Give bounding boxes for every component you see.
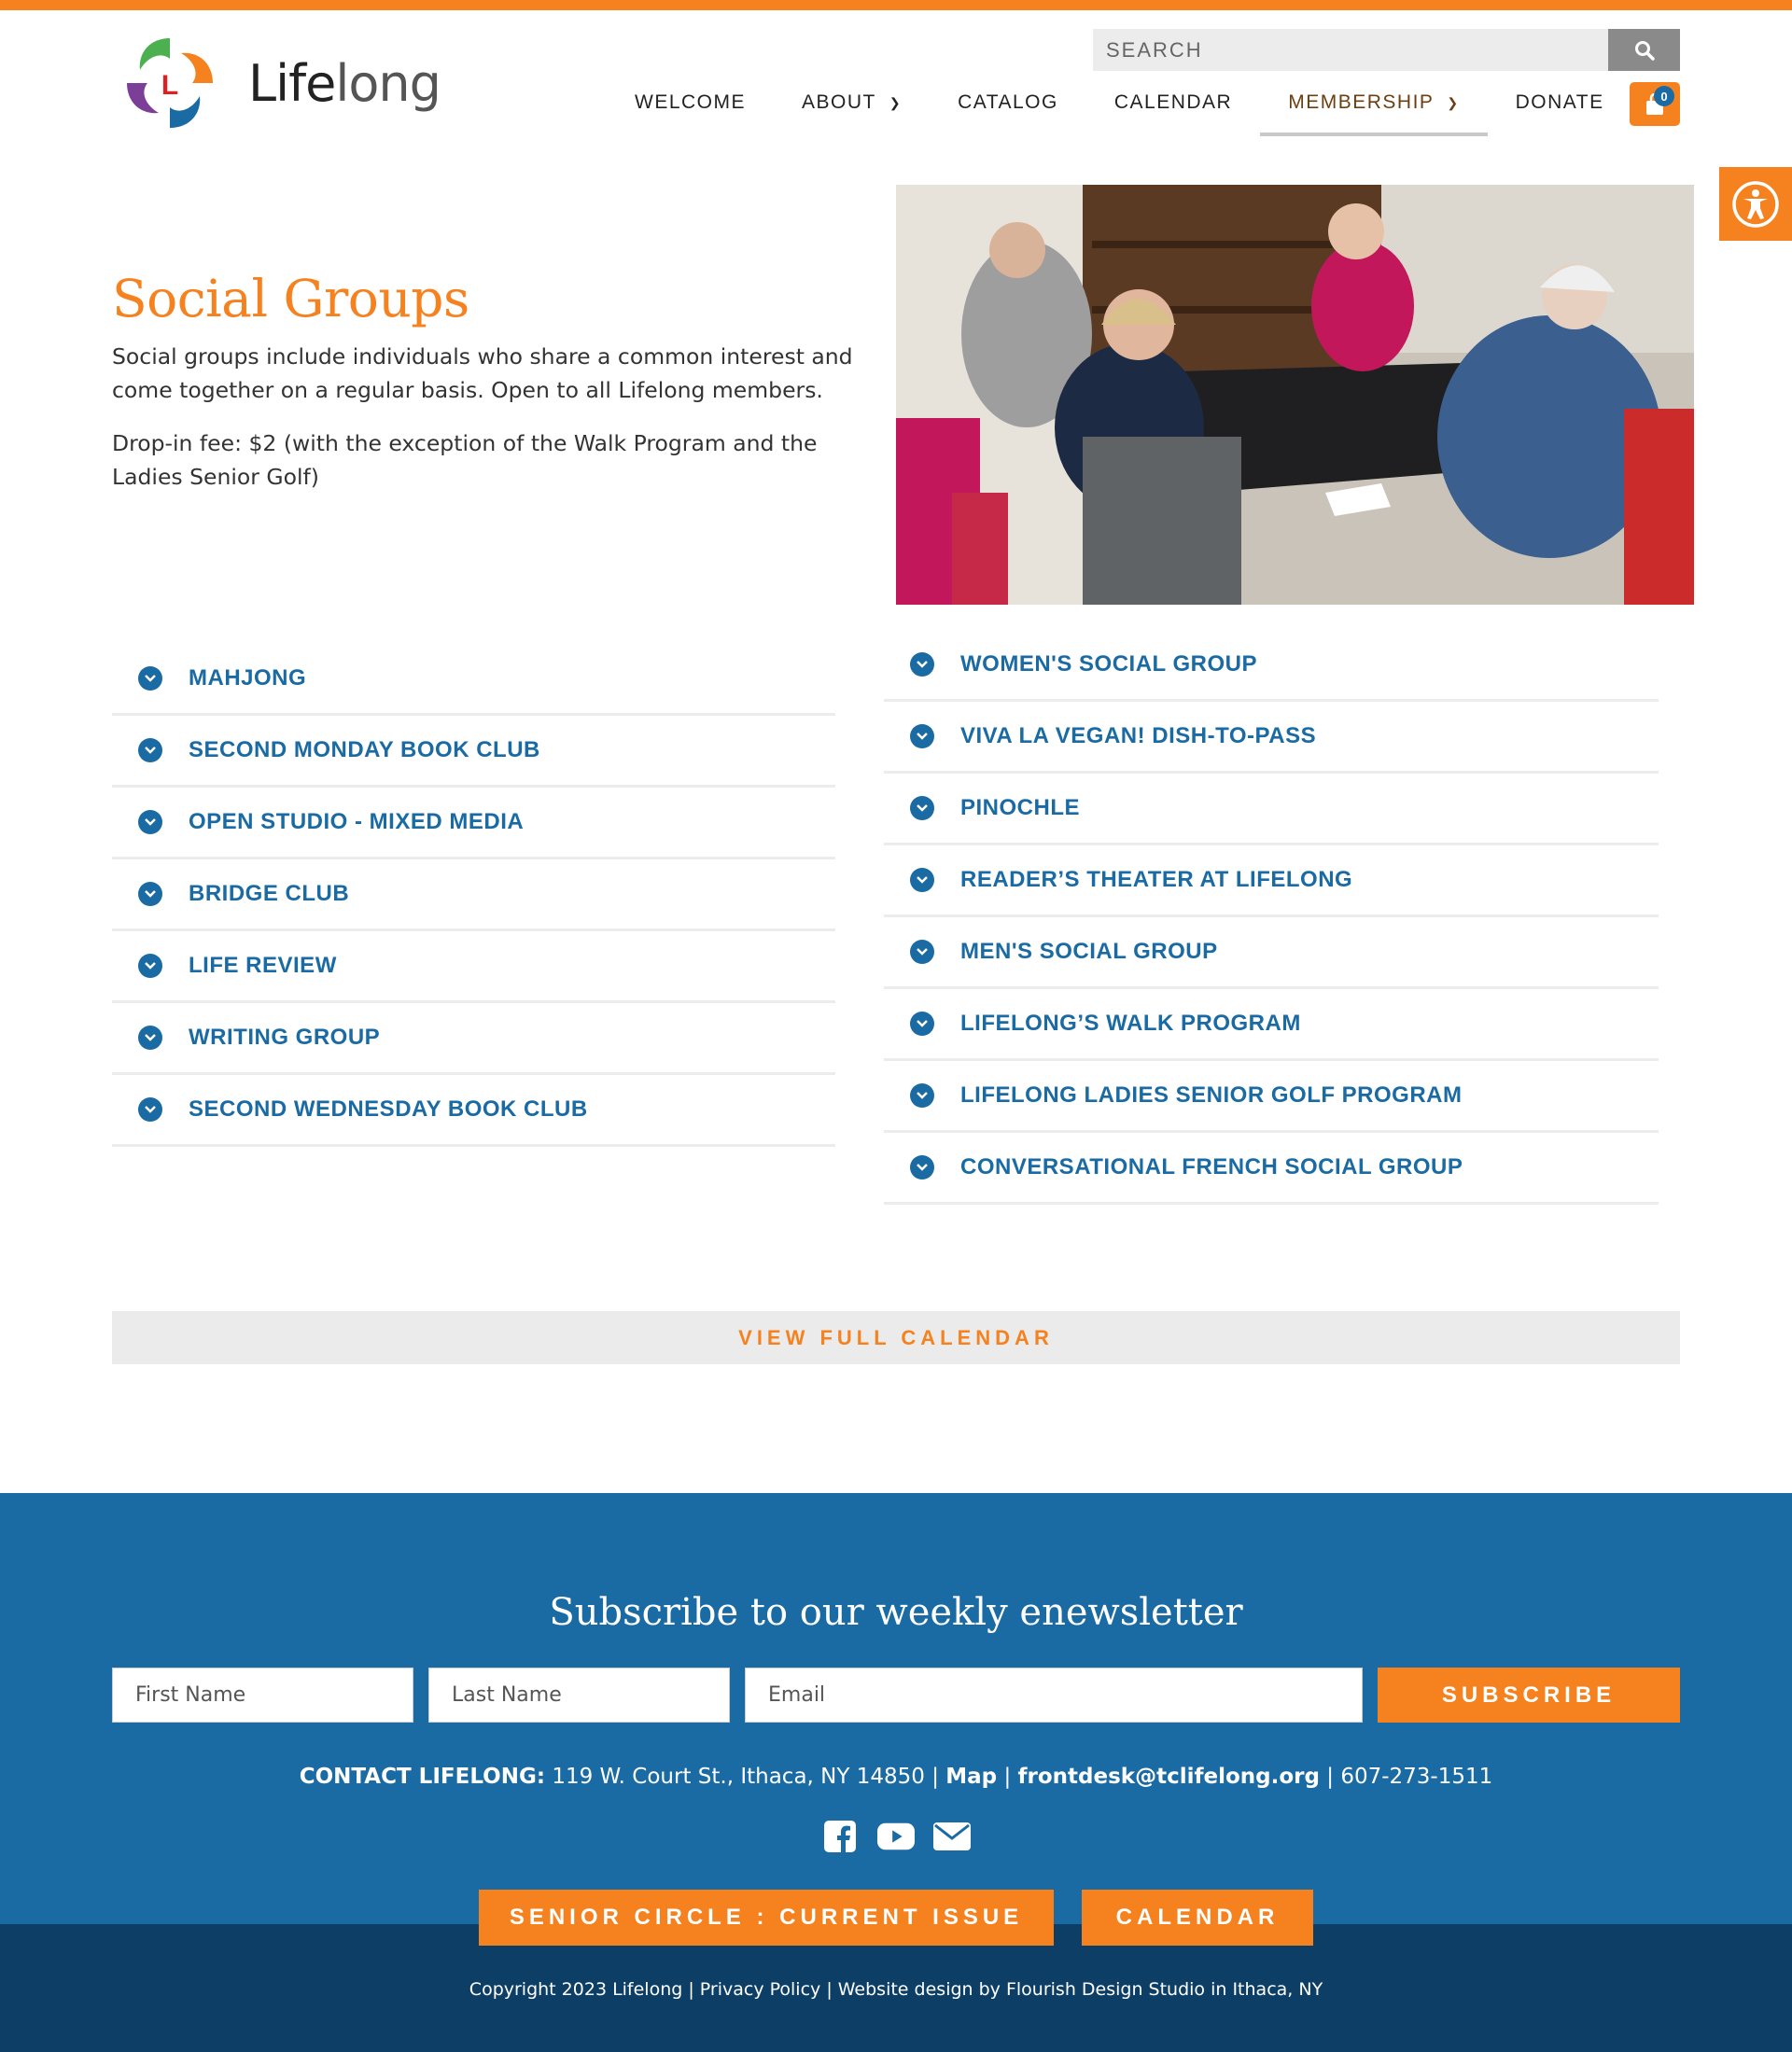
accordion-item[interactable]: WRITING GROUP	[112, 1003, 835, 1075]
accessibility-icon	[1732, 180, 1779, 228]
chevron-down-circle-icon	[910, 652, 934, 677]
accordion-item[interactable]: BRIDGE CLUB	[112, 859, 835, 931]
accordion-item[interactable]: MAHJONG	[112, 644, 835, 716]
chevron-down-circle-icon	[910, 940, 934, 964]
chevron-down-circle-icon	[910, 1012, 934, 1036]
social-groups-list-left: MAHJONG SECOND MONDAY BOOK CLUB OPEN STU…	[112, 644, 835, 1147]
chevron-down-circle-icon	[138, 738, 162, 762]
chevron-down-circle-icon	[910, 1083, 934, 1108]
chevron-down-circle-icon	[138, 882, 162, 906]
copyright-text: Copyright 2023 Lifelong | Privacy Policy…	[469, 1979, 1323, 2000]
intro-text: Social groups include individuals who sh…	[112, 340, 877, 513]
newsletter-title: Subscribe to our weekly enewsletter	[549, 1591, 1243, 1634]
accordion-item[interactable]: LIFE REVIEW	[112, 931, 835, 1003]
nav-calendar[interactable]: CALENDAR	[1086, 80, 1260, 136]
subscribe-button[interactable]: SUBSCRIBE	[1378, 1668, 1680, 1723]
facebook-link[interactable]	[821, 1820, 859, 1853]
cart-button[interactable]: 0	[1630, 82, 1680, 126]
accordion-item[interactable]: MEN'S SOCIAL GROUP	[884, 917, 1659, 989]
chevron-down-circle-icon	[138, 1097, 162, 1122]
hero-photo	[896, 185, 1694, 605]
contact-line: CONTACT LIFELONG: 119 W. Court St., Itha…	[299, 1765, 1493, 1789]
social-groups-list-right: WOMEN'S SOCIAL GROUP VIVA LA VEGAN! DISH…	[884, 630, 1659, 1205]
accordion-item[interactable]: VIVA LA VEGAN! DISH-TO-PASS	[884, 702, 1659, 774]
social-links	[821, 1818, 971, 1855]
footer-calendar-button[interactable]: CALENDAR	[1082, 1890, 1313, 1946]
nav-membership[interactable]: MEMBERSHIP ❯	[1260, 80, 1488, 136]
main-nav: WELCOME ABOUT ❯ CATALOG CALENDAR MEMBERSH…	[607, 80, 1632, 136]
accordion-item[interactable]: CONVERSATIONAL FRENCH SOCIAL GROUP	[884, 1133, 1659, 1205]
top-accent-bar	[0, 0, 1792, 10]
search-bar	[1093, 29, 1680, 71]
nav-welcome[interactable]: WELCOME	[607, 80, 774, 136]
search-icon	[1634, 40, 1655, 61]
map-link[interactable]: Map	[945, 1765, 997, 1789]
lifelong-logo-icon: L	[127, 38, 213, 128]
chevron-down-circle-icon	[138, 666, 162, 691]
cart-count-badge: 0	[1654, 86, 1674, 106]
accordion-item[interactable]: OPEN STUDIO - MIXED MEDIA	[112, 788, 835, 859]
email-icon	[933, 1822, 971, 1850]
chevron-down-circle-icon	[910, 724, 934, 748]
accordion-item[interactable]: PINOCHLE	[884, 774, 1659, 845]
accordion-item[interactable]: SECOND MONDAY BOOK CLUB	[112, 716, 835, 788]
chevron-down-circle-icon	[138, 1026, 162, 1050]
email-field[interactable]	[745, 1668, 1363, 1723]
chevron-down-circle-icon	[910, 868, 934, 892]
chevron-down-icon: ❯	[889, 95, 903, 110]
accordion-item[interactable]: WOMEN'S SOCIAL GROUP	[884, 630, 1659, 702]
chevron-down-circle-icon	[138, 954, 162, 978]
fee-paragraph: Drop-in fee: $2 (with the exception of t…	[112, 430, 818, 490]
youtube-link[interactable]	[877, 1820, 915, 1853]
nav-donate[interactable]: DONATE	[1488, 80, 1632, 136]
site-logo[interactable]: L Lifelong	[112, 24, 457, 142]
page-title: Social Groups	[112, 269, 469, 328]
youtube-icon	[877, 1822, 915, 1850]
accessibility-button[interactable]	[1719, 167, 1792, 241]
chevron-down-circle-icon	[910, 1155, 934, 1180]
search-button[interactable]	[1608, 29, 1680, 71]
svg-text:L: L	[161, 70, 178, 101]
nav-catalog[interactable]: CATALOG	[930, 80, 1086, 136]
chevron-down-icon: ❯	[1447, 95, 1460, 110]
chevron-down-circle-icon	[138, 810, 162, 834]
chevron-down-circle-icon	[910, 796, 934, 820]
view-full-calendar-button[interactable]: VIEW FULL CALENDAR	[112, 1311, 1680, 1364]
email-link[interactable]: frontdesk@tclifelong.org	[1018, 1765, 1320, 1789]
email-link-icon-button[interactable]	[933, 1820, 971, 1853]
senior-circle-button[interactable]: SENIOR CIRCLE : CURRENT ISSUE	[479, 1890, 1054, 1946]
phone: 607-273-1511	[1340, 1765, 1493, 1789]
accordion-item[interactable]: READER’S THEATER AT LIFELONG	[884, 845, 1659, 917]
accordion-item[interactable]: LIFELONG LADIES SENIOR GOLF PROGRAM	[884, 1061, 1659, 1133]
nav-about[interactable]: ABOUT ❯	[774, 80, 930, 136]
search-input[interactable]	[1093, 29, 1608, 71]
last-name-field[interactable]	[428, 1668, 730, 1723]
address: 119 W. Court St., Ithaca, NY 14850	[552, 1765, 925, 1789]
first-name-field[interactable]	[112, 1668, 413, 1723]
accordion-item[interactable]: SECOND WEDNESDAY BOOK CLUB	[112, 1075, 835, 1147]
accordion-item[interactable]: LIFELONG’S WALK PROGRAM	[884, 989, 1659, 1061]
facebook-icon	[824, 1821, 856, 1852]
contact-label: CONTACT LIFELONG:	[299, 1765, 546, 1789]
intro-paragraph: Social groups include individuals who sh…	[112, 343, 853, 403]
logo-wordmark: Lifelong	[248, 53, 441, 113]
